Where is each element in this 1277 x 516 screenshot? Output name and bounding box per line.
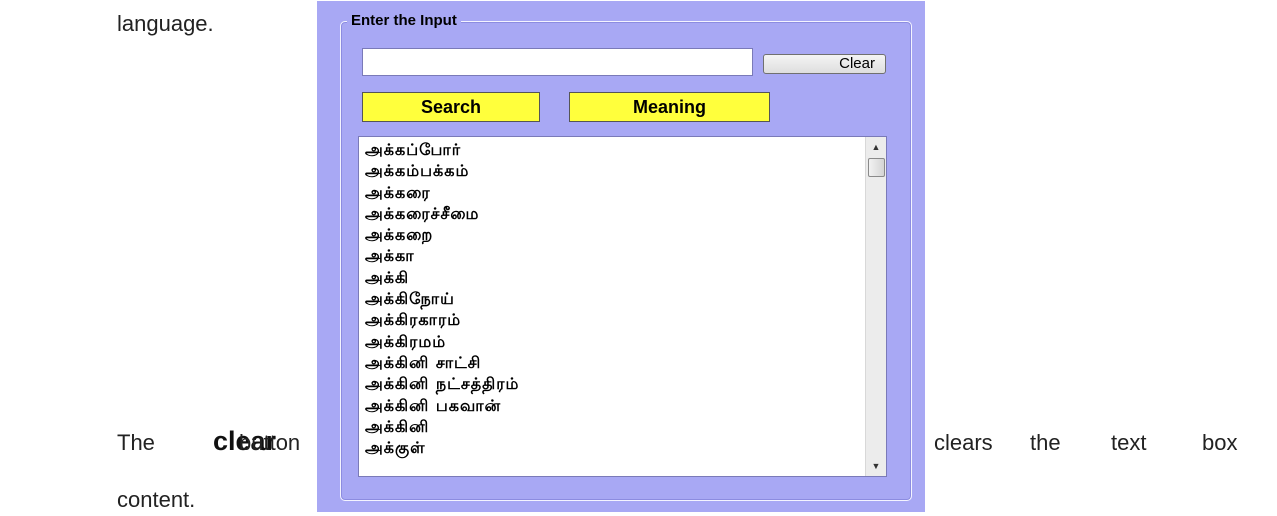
list-item[interactable]: அக்கம்பக்கம்: [365, 160, 864, 181]
list-item[interactable]: அக்கப்போர்: [365, 139, 864, 160]
list-item[interactable]: அக்கினி சாட்சி: [365, 352, 864, 373]
document-text-text: text: [1111, 430, 1147, 455]
list-item[interactable]: அக்கிநோய்: [365, 288, 864, 309]
clear-button[interactable]: Clear: [763, 54, 886, 74]
list-item[interactable]: அக்கினி பகவான்: [365, 395, 864, 416]
document-text-box: box: [1202, 430, 1238, 455]
document-text-language: language.: [117, 11, 214, 36]
list-item[interactable]: அக்கறை: [365, 224, 864, 245]
group-title: Enter the Input: [347, 11, 461, 31]
list-item[interactable]: அக்கரைச்சீமை: [365, 203, 864, 224]
document-text-content: content.: [117, 487, 196, 512]
word-list: அக்கப்போர் அக்கம்பக்கம் அக்கரை அக்கரைச்ச…: [365, 139, 864, 458]
document-text-the-2: the: [1030, 430, 1061, 455]
scroll-down-arrow-icon[interactable]: ▼: [866, 458, 886, 474]
search-button[interactable]: Search: [362, 92, 540, 122]
document-text-the: The: [117, 430, 155, 455]
search-input[interactable]: [362, 48, 753, 76]
dictionary-window: Enter the Input Clear Search Meaning அக்…: [317, 1, 925, 512]
list-item[interactable]: அக்கினி: [365, 416, 864, 437]
list-item[interactable]: அக்கினி நட்சத்திரம்: [365, 373, 864, 394]
list-item[interactable]: அக்கி: [365, 267, 864, 288]
scroll-up-arrow-icon[interactable]: ▲: [866, 139, 886, 155]
list-item[interactable]: அக்கரை: [365, 182, 864, 203]
scroll-thumb[interactable]: [868, 158, 885, 177]
list-item[interactable]: அக்கா: [365, 245, 864, 266]
word-listbox[interactable]: அக்கப்போர் அக்கம்பக்கம் அக்கரை அக்கரைச்ச…: [358, 136, 887, 477]
document-text-clears: clears: [934, 430, 993, 455]
vertical-scrollbar[interactable]: ▲ ▼: [865, 137, 886, 476]
list-item[interactable]: அக்கிரமம்: [365, 331, 864, 352]
document-text-button: button: [239, 430, 301, 455]
meaning-button[interactable]: Meaning: [569, 92, 770, 122]
list-item[interactable]: அக்கிரகாரம்: [365, 309, 864, 330]
list-item[interactable]: அக்குள்: [365, 437, 864, 458]
